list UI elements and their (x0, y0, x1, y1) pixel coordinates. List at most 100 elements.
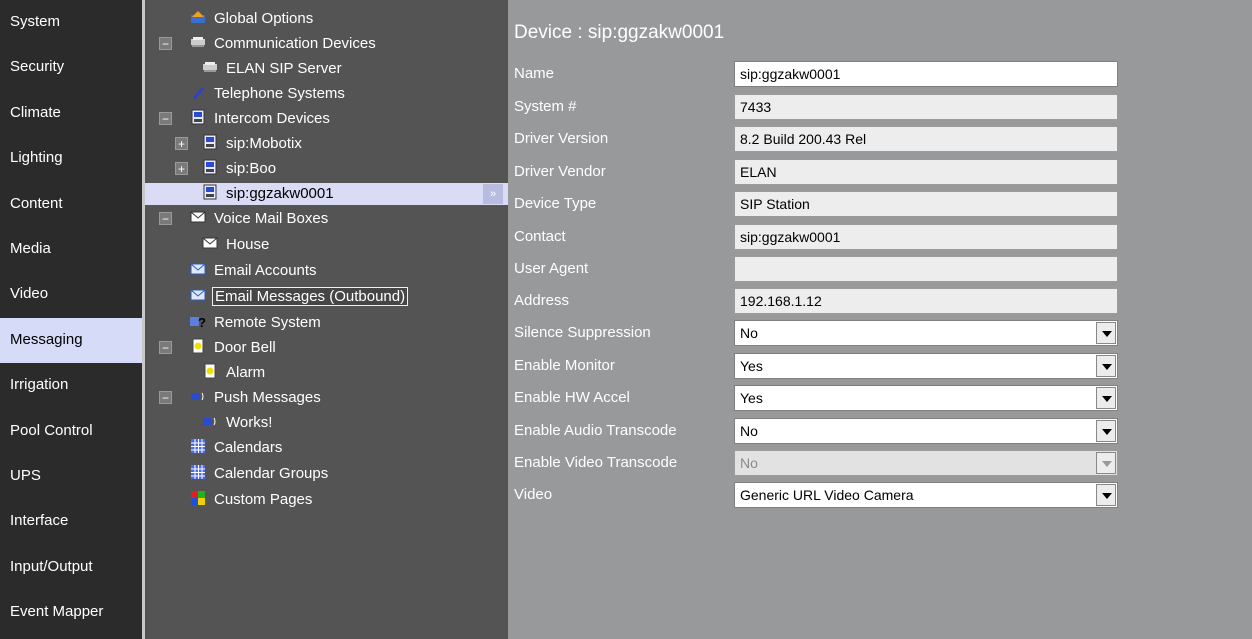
system-value: 7433 (734, 94, 1118, 120)
field-silence-suppression: Silence Suppression No (514, 320, 1124, 348)
tree-item-door-bell[interactable]: Door Bell (190, 337, 278, 359)
collapse-icon[interactable]: − (159, 391, 172, 404)
sidebar-item-lighting[interactable]: Lighting (0, 136, 142, 181)
tree-item-custom-pages[interactable]: Custom Pages (190, 489, 314, 511)
driver-version-value: 8.2 Build 200.43 Rel (734, 126, 1118, 152)
field-label: Enable Video Transcode (514, 454, 678, 471)
intercom-icon (202, 159, 218, 175)
field-enable-monitor: Enable Monitor Yes (514, 353, 1124, 381)
tree-item-telephone-systems[interactable]: Telephone Systems (190, 83, 347, 105)
tree-item-sip-boo[interactable]: sip:Boo (202, 158, 278, 180)
sidebar-item-ups[interactable]: UPS (0, 454, 142, 499)
tree-item-global-options[interactable]: Global Options (190, 8, 315, 30)
field-enable-hw-accel: Enable HW Accel Yes (514, 385, 1124, 413)
field-enable-audio-transcode: Enable Audio Transcode No (514, 418, 1124, 446)
sidebar-item-messaging[interactable]: Messaging (0, 317, 142, 364)
tree-item-label: Alarm (226, 364, 266, 381)
tree-item-label: sip:Mobotix (226, 135, 302, 152)
enable-audio-transcode-select[interactable]: No (734, 418, 1118, 444)
user-agent-value (734, 256, 1118, 282)
field-enable-video-transcode: Enable Video Transcode No (514, 450, 1124, 478)
chevron-down-icon[interactable] (1096, 355, 1116, 377)
door-bell-icon (202, 363, 218, 379)
collapse-icon[interactable]: − (159, 37, 172, 50)
collapse-icon[interactable]: − (159, 341, 172, 354)
sidebar-item-video[interactable]: Video (0, 272, 142, 317)
tree-item-house[interactable]: House (202, 234, 271, 256)
sidebar-item-media[interactable]: Media (0, 227, 142, 272)
tree-item-label: Push Messages (214, 389, 321, 406)
sidebar-item-system[interactable]: System (0, 0, 142, 45)
field-system: System # 7433 (514, 94, 1124, 122)
field-value-text: Yes (740, 358, 763, 374)
sidebar-item-security[interactable]: Security (0, 45, 142, 90)
tree-item-label: Voice Mail Boxes (214, 210, 329, 227)
tree-item-label: Global Options (214, 10, 314, 27)
field-value-text: Yes (740, 390, 763, 406)
intercom-icon (202, 184, 218, 200)
tree-item-communication-devices[interactable]: Communication Devices (190, 33, 378, 55)
sidebar-item-pool-control[interactable]: Pool Control (0, 409, 142, 454)
tree-item-elan-sip-server[interactable]: ELAN SIP Server (202, 58, 344, 80)
chevron-down-icon[interactable] (1096, 387, 1116, 409)
collapse-icon[interactable]: − (159, 212, 172, 225)
intercom-icon (190, 109, 206, 125)
name-input[interactable]: sip:ggzakw0001 (734, 61, 1118, 87)
enable-video-transcode-select: No (734, 450, 1118, 476)
field-label: Device Type (514, 195, 597, 212)
field-value-text: No (740, 325, 758, 341)
tree-item-label: Email Accounts (214, 262, 317, 279)
tree-item-label: Works! (226, 414, 273, 431)
field-driver-version: Driver Version 8.2 Build 200.43 Rel (514, 126, 1124, 154)
sidebar-item-climate[interactable]: Climate (0, 91, 142, 136)
field-label: Enable Monitor (514, 357, 615, 374)
tree-item-voice-mail-boxes[interactable]: Voice Mail Boxes (190, 208, 330, 230)
field-value-text: No (740, 455, 758, 471)
tree-item-email-accounts[interactable]: Email Accounts (190, 260, 319, 282)
expand-icon[interactable]: + (175, 137, 188, 150)
tree-item-alarm[interactable]: Alarm (202, 362, 267, 384)
sidebar-item-interface[interactable]: Interface (0, 499, 142, 544)
tree-item-remote-system[interactable]: ? Remote System (190, 312, 323, 334)
contact-value: sip:ggzakw0001 (734, 224, 1118, 250)
custom-pages-icon (190, 490, 206, 506)
field-label: Enable HW Accel (514, 389, 630, 406)
collapse-icon[interactable]: − (159, 112, 172, 125)
sidebar-item-content[interactable]: Content (0, 182, 142, 227)
sidebar-item-input-output[interactable]: Input/Output (0, 545, 142, 590)
tree-item-calendars[interactable]: Calendars (190, 437, 284, 459)
tree-item-push-messages[interactable]: Push Messages (190, 387, 323, 409)
sidebar-item-event-mapper[interactable]: Event Mapper (0, 590, 142, 635)
tree-item-works[interactable]: Works! (202, 412, 274, 434)
field-label: Contact (514, 228, 566, 245)
enable-hw-accel-select[interactable]: Yes (734, 385, 1118, 411)
video-select[interactable]: Generic URL Video Camera (734, 482, 1118, 508)
tree-item-sip-ggzakw0001[interactable]: sip:ggzakw0001 » (145, 183, 508, 205)
chevron-down-icon (1096, 452, 1116, 474)
device-tree: Global Options − Communication Devices ELAN… (145, 0, 508, 639)
chevron-down-icon[interactable] (1096, 322, 1116, 344)
server-icon (190, 34, 206, 50)
envelope-icon (202, 235, 218, 251)
tree-item-email-messages-outbound[interactable]: Email Messages (Outbound) (190, 286, 409, 308)
chevron-down-icon[interactable] (1096, 420, 1116, 442)
intercom-icon (202, 134, 218, 150)
expand-icon[interactable]: + (175, 162, 188, 175)
sidebar-item-irrigation[interactable]: Irrigation (0, 363, 142, 408)
tree-item-calendar-groups[interactable]: Calendar Groups (190, 463, 330, 485)
tree-item-label: Remote System (214, 314, 321, 331)
tree-item-intercom-devices[interactable]: Intercom Devices (190, 108, 332, 130)
remote-system-icon: ? (190, 313, 206, 329)
field-label: Driver Vendor (514, 163, 606, 180)
enable-monitor-select[interactable]: Yes (734, 353, 1118, 379)
tree-item-sip-mobotix[interactable]: sip:Mobotix (202, 133, 304, 155)
chevron-down-icon[interactable] (1096, 484, 1116, 506)
tree-item-label: ELAN SIP Server (226, 60, 342, 77)
silence-suppression-select[interactable]: No (734, 320, 1118, 346)
field-value-text: 192.168.1.12 (740, 293, 822, 309)
field-value-text: 7433 (740, 99, 772, 115)
field-value-text: SIP Station (740, 196, 810, 212)
tree-item-label: Door Bell (214, 339, 276, 356)
chevron-right-icon[interactable]: » (483, 184, 503, 204)
field-device-type: Device Type SIP Station (514, 191, 1124, 219)
